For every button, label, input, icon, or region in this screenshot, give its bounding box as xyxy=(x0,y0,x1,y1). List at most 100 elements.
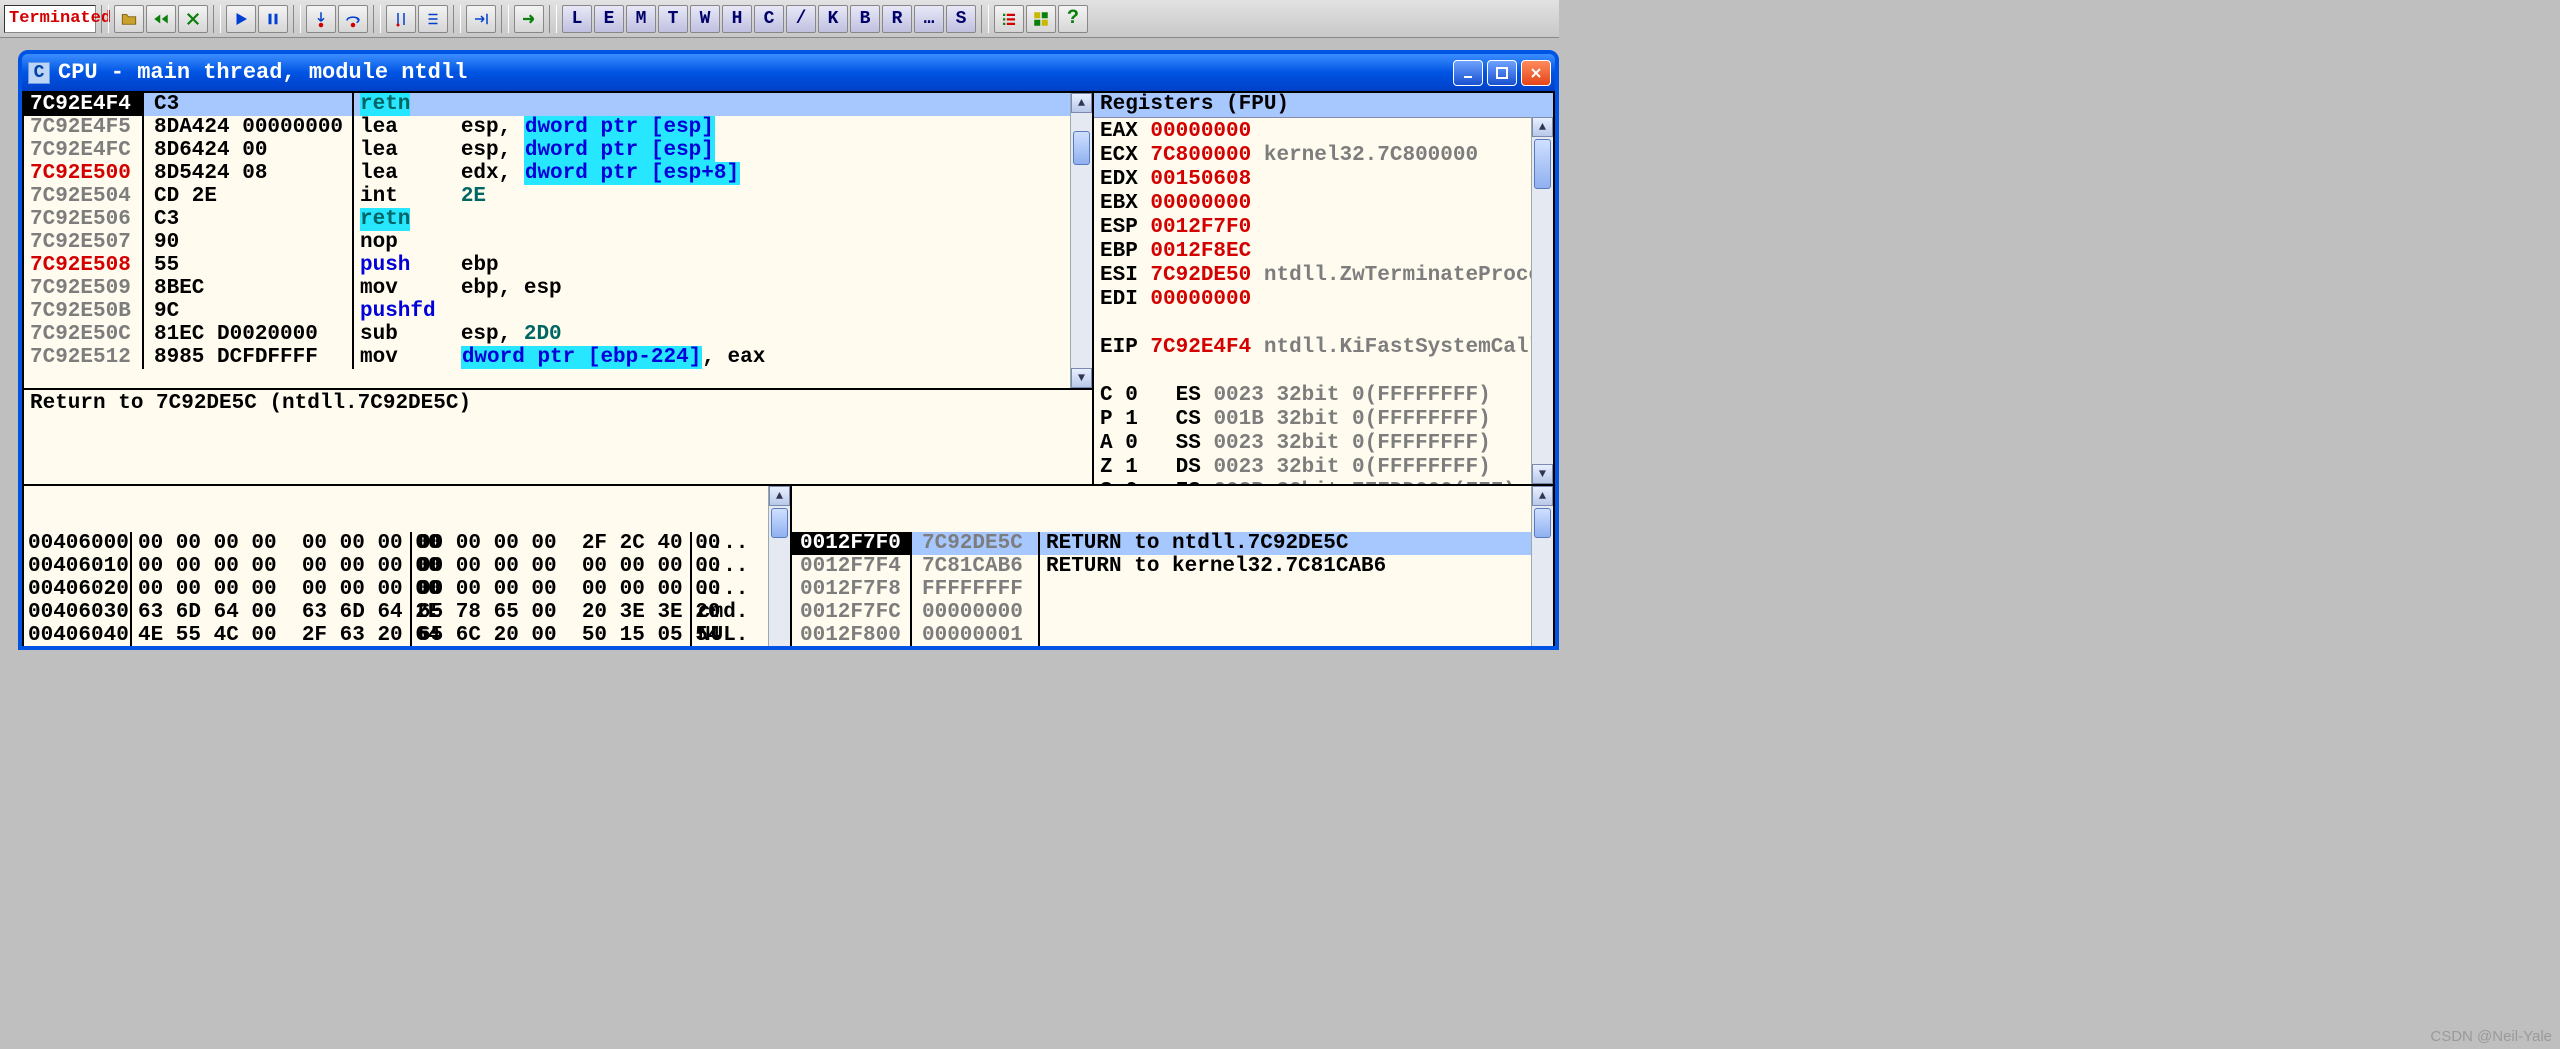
disasm-address: 7C92E4FC xyxy=(24,139,144,162)
window-button-…[interactable]: … xyxy=(914,5,944,33)
open-button[interactable] xyxy=(114,5,144,33)
disasm-row[interactable]: 7C92E5098BECmov ebp, esp xyxy=(24,277,1092,300)
stack-row[interactable]: 0012F7FC00000000 xyxy=(792,601,1553,624)
disasm-scrollbar[interactable]: ▲ ▼ xyxy=(1070,93,1092,388)
window-button-s[interactable]: S xyxy=(946,5,976,33)
minimize-button[interactable] xyxy=(1453,60,1483,86)
run-button[interactable] xyxy=(226,5,256,33)
stack-row[interactable]: 0012F80000000001 xyxy=(792,624,1553,646)
scroll-down-icon[interactable]: ▼ xyxy=(1532,464,1553,484)
pause-button[interactable] xyxy=(258,5,288,33)
disasm-row[interactable]: 7C92E5128985 DCFDFFFFmov dword ptr [ebp-… xyxy=(24,346,1092,369)
appearance-button[interactable] xyxy=(994,5,1024,33)
window-button-t[interactable]: T xyxy=(658,5,688,33)
step-into-button[interactable] xyxy=(306,5,336,33)
disasm-row[interactable]: 7C92E506C3retn xyxy=(24,208,1092,231)
main-toolbar: Terminated LEMTWHC/KBR…S xyxy=(0,0,1559,38)
stack-pane[interactable]: 0012F7F07C92DE5CRETURN to ntdll.7C92DE5C… xyxy=(792,486,1553,646)
window-button-r[interactable]: R xyxy=(882,5,912,33)
disasm-row[interactable]: 7C92E5008D5424 08lea edx, dword ptr [esp… xyxy=(24,162,1092,185)
flag-row[interactable]: C 0 ES 0023 32bit 0(FFFFFFFF) xyxy=(1100,384,1547,408)
dump-row[interactable]: 0040603063 6D 64 00 63 6D 64 2E65 78 65 … xyxy=(24,601,790,624)
disasm-bytes: 8D5424 08 xyxy=(144,162,354,185)
register-row[interactable]: EDI 00000000 xyxy=(1100,288,1547,312)
disasm-address: 7C92E500 xyxy=(24,162,144,185)
flag-row[interactable]: Z 1 DS 0023 32bit 0(FFFFFFFF) xyxy=(1100,456,1547,480)
window-button-h[interactable]: H xyxy=(722,5,752,33)
dump-row[interactable]: 0040601000 00 00 00 00 00 00 0000 00 00 … xyxy=(24,555,790,578)
flag-row[interactable]: A 0 SS 0023 32bit 0(FFFFFFFF) xyxy=(1100,432,1547,456)
register-row[interactable]: ECX 7C800000 kernel32.7C800000 xyxy=(1100,144,1547,168)
disasm-address: 7C92E50B xyxy=(24,300,144,323)
scroll-up-icon[interactable]: ▲ xyxy=(1532,486,1553,506)
scroll-thumb[interactable] xyxy=(1534,508,1551,538)
register-row[interactable]: EAX 00000000 xyxy=(1100,120,1547,144)
dump-row[interactable]: 004060404E 55 4C 00 2F 63 20 6465 6C 20 … xyxy=(24,624,790,646)
restart-button[interactable] xyxy=(146,5,176,33)
stack-scrollbar[interactable]: ▲ ▼ xyxy=(1531,486,1553,646)
scroll-up-icon[interactable]: ▲ xyxy=(1071,93,1092,113)
disasm-row[interactable]: 7C92E4F58DA424 00000000lea esp, dword pt… xyxy=(24,116,1092,139)
trace-over-button[interactable] xyxy=(418,5,448,33)
window-button-k[interactable]: K xyxy=(818,5,848,33)
step-over-button[interactable] xyxy=(338,5,368,33)
registers-pane[interactable]: Registers (FPU) EAX 00000000ECX 7C800000… xyxy=(1094,93,1553,484)
register-row[interactable]: ESI 7C92DE50 ntdll.ZwTerminateProcess xyxy=(1100,264,1547,288)
stack-row[interactable]: 0012F7F07C92DE5CRETURN to ntdll.7C92DE5C xyxy=(792,532,1553,555)
disasm-row[interactable]: 7C92E50790nop xyxy=(24,231,1092,254)
x-icon xyxy=(184,10,202,28)
flag-row[interactable]: P 1 CS 001B 32bit 0(FFFFFFFF) xyxy=(1100,408,1547,432)
stack-value: FFFFFFFF xyxy=(912,578,1040,601)
flag-row[interactable]: S 0 FS 003B 32bit 7FFDD000(FFF) xyxy=(1100,480,1547,484)
window-button-l[interactable]: L xyxy=(562,5,592,33)
options-button[interactable] xyxy=(1026,5,1056,33)
stack-value: 7C81CAB6 xyxy=(912,555,1040,578)
register-eip[interactable]: EIP 7C92E4F4 ntdll.KiFastSystemCallRe xyxy=(1100,336,1547,360)
scroll-down-icon[interactable]: ▼ xyxy=(1071,368,1092,388)
register-row[interactable]: EDX 00150608 xyxy=(1100,168,1547,192)
stack-comment xyxy=(1040,601,1553,624)
register-row[interactable]: EBP 0012F8EC xyxy=(1100,240,1547,264)
disasm-row[interactable]: 7C92E504CD 2Eint 2E xyxy=(24,185,1092,208)
disasm-row[interactable]: 7C92E50855push ebp xyxy=(24,254,1092,277)
stack-row[interactable]: 0012F7F8FFFFFFFF xyxy=(792,578,1553,601)
disassembly-pane[interactable]: 7C92E4F4C3retn7C92E4F58DA424 00000000lea… xyxy=(24,93,1092,388)
registers-scrollbar[interactable]: ▲ ▼ xyxy=(1531,117,1553,484)
dump-scrollbar[interactable]: ▲ ▼ xyxy=(768,486,790,646)
execute-till-return-button[interactable] xyxy=(466,5,496,33)
window-button-e[interactable]: E xyxy=(594,5,624,33)
dump-row[interactable]: 0040602000 00 00 00 00 00 00 0000 00 00 … xyxy=(24,578,790,601)
arrow-right-bar-icon xyxy=(472,10,490,28)
stack-row[interactable]: 0012F7F47C81CAB6RETURN to kernel32.7C81C… xyxy=(792,555,1553,578)
disasm-bytes: 90 xyxy=(144,231,354,254)
maximize-button[interactable] xyxy=(1487,60,1517,86)
dump-hex: 00 00 00 00 00 00 00 00 xyxy=(132,532,412,555)
close-window-button[interactable] xyxy=(1521,60,1551,86)
trace-into-button[interactable] xyxy=(386,5,416,33)
goto-button[interactable] xyxy=(514,5,544,33)
window-button-/[interactable]: / xyxy=(786,5,816,33)
disasm-row[interactable]: 7C92E50C81EC D0020000sub esp, 2D0 xyxy=(24,323,1092,346)
dump-row[interactable]: 0040600000 00 00 00 00 00 00 0000 00 00 … xyxy=(24,532,790,555)
disasm-row[interactable]: 7C92E50B9Cpushfd xyxy=(24,300,1092,323)
scroll-thumb[interactable] xyxy=(1534,139,1551,189)
help-button[interactable]: ? xyxy=(1058,5,1088,33)
disasm-row[interactable]: 7C92E4FC8D6424 00lea esp, dword ptr [esp… xyxy=(24,139,1092,162)
scroll-thumb[interactable] xyxy=(1073,131,1090,165)
scroll-up-icon[interactable]: ▲ xyxy=(1532,117,1553,137)
window-button-c[interactable]: C xyxy=(754,5,784,33)
window-button-w[interactable]: W xyxy=(690,5,720,33)
register-row[interactable]: EBX 00000000 xyxy=(1100,192,1547,216)
register-row[interactable]: ESP 0012F7F0 xyxy=(1100,216,1547,240)
scroll-up-icon[interactable]: ▲ xyxy=(769,486,790,506)
disasm-instruction: retn xyxy=(354,93,1092,116)
minimize-icon xyxy=(1461,66,1475,80)
hex-dump-pane[interactable]: 0040600000 00 00 00 00 00 00 0000 00 00 … xyxy=(24,486,792,646)
disasm-row[interactable]: 7C92E4F4C3retn xyxy=(24,93,1092,116)
window-button-b[interactable]: B xyxy=(850,5,880,33)
scroll-thumb[interactable] xyxy=(771,508,788,538)
close-program-button[interactable] xyxy=(178,5,208,33)
play-icon xyxy=(232,10,250,28)
title-bar[interactable]: C CPU - main thread, module ntdll xyxy=(22,54,1555,91)
window-button-m[interactable]: M xyxy=(626,5,656,33)
